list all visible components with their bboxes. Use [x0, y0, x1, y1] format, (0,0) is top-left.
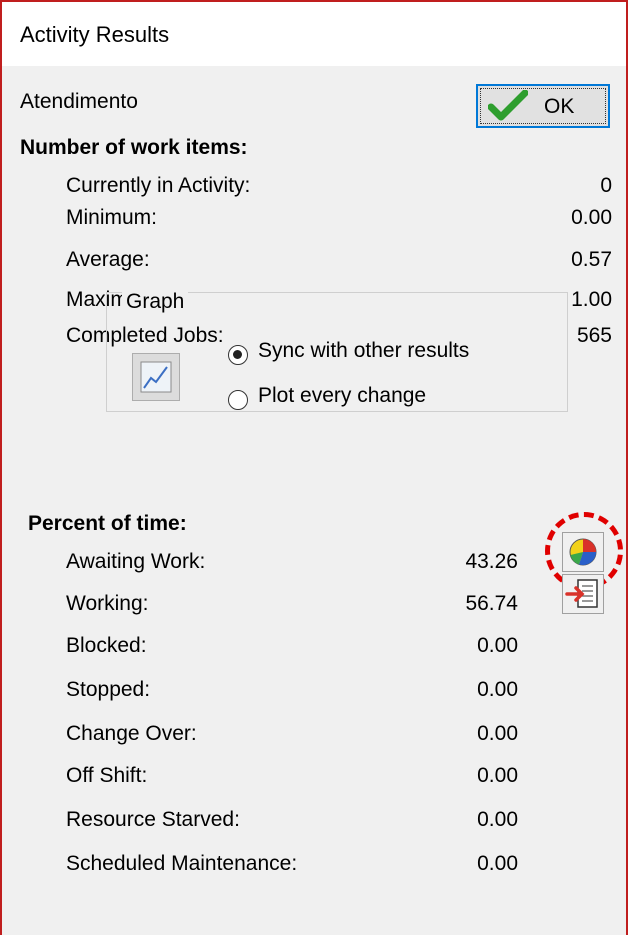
percent-time-value: 0.00 — [477, 852, 518, 875]
window-title: Activity Results — [20, 22, 170, 47]
export-button[interactable] — [562, 574, 604, 614]
graph-button[interactable] — [132, 353, 180, 401]
percent-time-value: 0.00 — [477, 808, 518, 831]
work-item-value: 0.00 — [571, 206, 612, 229]
percent-time-value: 0.00 — [477, 764, 518, 787]
percent-time-label: Stopped: — [66, 678, 151, 701]
percent-time-heading: Percent of time: — [28, 512, 187, 535]
percent-time-value: 0.00 — [477, 722, 518, 745]
work-item-value: 0.57 — [571, 248, 612, 271]
percent-time-label: Resource Starved: — [66, 808, 240, 831]
percent-time-label: Working: — [66, 592, 149, 615]
radio-plot-label: Plot every change — [258, 384, 427, 407]
percent-time-label: Blocked: — [66, 634, 147, 657]
radio-sync-label: Sync with other results — [258, 339, 470, 362]
ok-button[interactable]: OK — [476, 84, 610, 128]
graph-group-label: Graph — [122, 290, 189, 314]
percent-time-value: 0.00 — [477, 634, 518, 657]
work-item-value: 0 — [600, 174, 612, 197]
title-bar: Activity Results — [2, 2, 626, 66]
percent-time-label: Off Shift: — [66, 764, 148, 787]
work-item-label: Currently in Activity: — [66, 174, 251, 197]
export-icon — [565, 579, 598, 608]
percent-time-value: 56.74 — [465, 592, 518, 615]
percent-time-label: Scheduled Maintenance: — [66, 852, 298, 875]
work-item-label: Minimum: — [66, 206, 158, 229]
radio-sync[interactable] — [228, 345, 248, 365]
percent-time-value: 0.00 — [477, 678, 518, 701]
window-body: Atendimento OK Number of work items: Cur… — [2, 66, 626, 935]
percent-time-label: Change Over: — [66, 722, 197, 745]
ok-button-label: OK — [544, 95, 575, 118]
checkmark-icon — [488, 90, 528, 121]
line-graph-icon — [140, 361, 172, 393]
radio-plot-every-change[interactable] — [228, 390, 248, 410]
percent-time-value: 43.26 — [465, 550, 518, 573]
percent-time-label: Awaiting Work: — [66, 550, 206, 573]
work-item-label: Average: — [66, 248, 150, 271]
work-items-heading: Number of work items: — [20, 136, 248, 159]
activity-name: Atendimento — [20, 90, 138, 113]
activity-results-window: Activity Results Atendimento OK Number o… — [0, 0, 628, 935]
